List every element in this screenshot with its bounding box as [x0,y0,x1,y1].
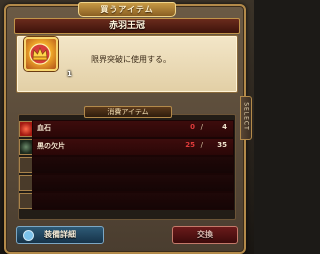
crown-glyph-icon [29,43,51,65]
consume-row-have: 0 [190,123,195,131]
info-icon [23,230,34,241]
consume-items-header: 消費アイテム [84,106,172,118]
item-description: 限界突破に使用する。 [91,55,171,64]
consume-row: 血石 0 / 4 [32,120,234,138]
exchange-button[interactable]: 交換 [172,226,238,244]
item-name: 赤羽王冠 [14,18,240,34]
select-side-tab[interactable]: SELECT [240,96,252,140]
equipment-detail-button[interactable]: 装備詳細 [16,226,104,244]
consume-row-need: 4 [222,123,227,131]
consume-row-need: 35 [217,141,227,149]
consume-row-separator: / [200,123,203,131]
consume-row-have: 25 [185,141,195,149]
consume-row-name: 黒の欠片 [37,142,65,150]
black-shard-icon [19,139,33,155]
crown-icon[interactable] [24,37,58,71]
consume-row-empty [32,192,234,210]
item-count: 1 [67,70,72,78]
red-gem-icon [19,121,33,137]
equipment-detail-label: 装備詳細 [44,230,76,239]
select-side-tab-label: SELECT [242,102,250,131]
empty-slot-icon [19,175,33,191]
consume-row-separator: / [200,141,203,149]
consume-row: 黒の欠片 25 / 35 [32,138,234,156]
consume-row-name: 血石 [37,124,51,132]
empty-slot-icon [19,157,33,173]
consume-row-empty [32,174,234,192]
dialog-title: 買うアイテム [78,2,176,17]
empty-slot-icon [19,193,33,209]
consume-row-empty [32,156,234,174]
